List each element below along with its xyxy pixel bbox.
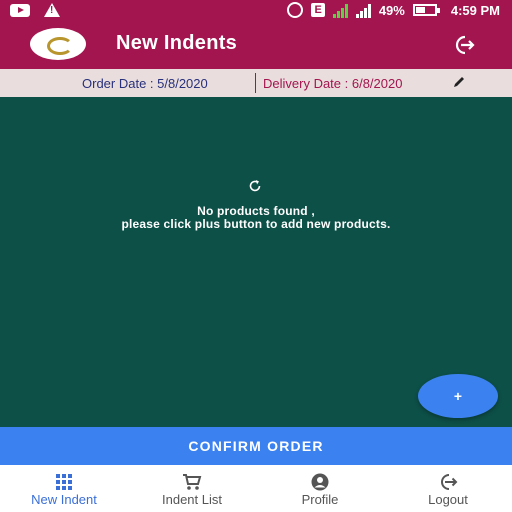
- clock: 4:59 PM: [450, 2, 500, 18]
- grid-icon: [56, 474, 72, 490]
- order-date: Order Date : 5/8/2020: [82, 76, 208, 91]
- app-bar: New Indents: [0, 20, 512, 69]
- nav-label-new-indent: New Indent: [31, 492, 97, 507]
- app-logo: [30, 28, 86, 60]
- refresh-icon[interactable]: [248, 179, 262, 193]
- product-list-area: No products found , please click plus bu…: [0, 97, 512, 427]
- youtube-icon: [10, 3, 30, 17]
- nav-label-indent-list: Indent List: [162, 492, 222, 507]
- logout-icon: [441, 474, 458, 490]
- empty-message-line2: please click plus button to add new prod…: [121, 217, 391, 231]
- nav-label-logout: Logout: [428, 492, 468, 507]
- nav-item-new-indent[interactable]: New Indent: [0, 465, 128, 512]
- date-divider: [255, 73, 256, 93]
- add-product-button[interactable]: +: [418, 374, 498, 418]
- pencil-icon[interactable]: [452, 75, 466, 89]
- e-network-icon: E: [311, 3, 325, 17]
- cart-icon: [183, 474, 202, 490]
- delivery-date[interactable]: Delivery Date : 6/8/2020: [263, 76, 402, 91]
- battery-icon: [412, 4, 440, 16]
- battery-percent: 49%: [378, 2, 405, 18]
- confirm-order-button[interactable]: CONFIRM ORDER: [0, 427, 512, 465]
- empty-message: No products found , please click plus bu…: [0, 205, 512, 231]
- nav-item-indent-list[interactable]: Indent List: [128, 465, 256, 512]
- alarm-icon: [287, 2, 304, 18]
- status-bar: E 49% 4:59 PM: [0, 0, 512, 20]
- nav-label-profile: Profile: [301, 492, 339, 507]
- nav-item-profile[interactable]: Profile: [256, 465, 384, 512]
- bottom-nav: New Indent Indent List Profile Logout: [0, 465, 512, 512]
- dates-bar: Order Date : 5/8/2020 Delivery Date : 6/…: [0, 69, 512, 97]
- page-title: New Indents: [116, 32, 238, 54]
- profile-icon: [311, 473, 329, 491]
- signal-icon: [332, 3, 348, 18]
- signal-2-icon: [355, 3, 371, 18]
- nav-item-logout[interactable]: Logout: [384, 465, 512, 512]
- warning-icon: [44, 3, 60, 17]
- exit-icon[interactable]: [452, 33, 476, 57]
